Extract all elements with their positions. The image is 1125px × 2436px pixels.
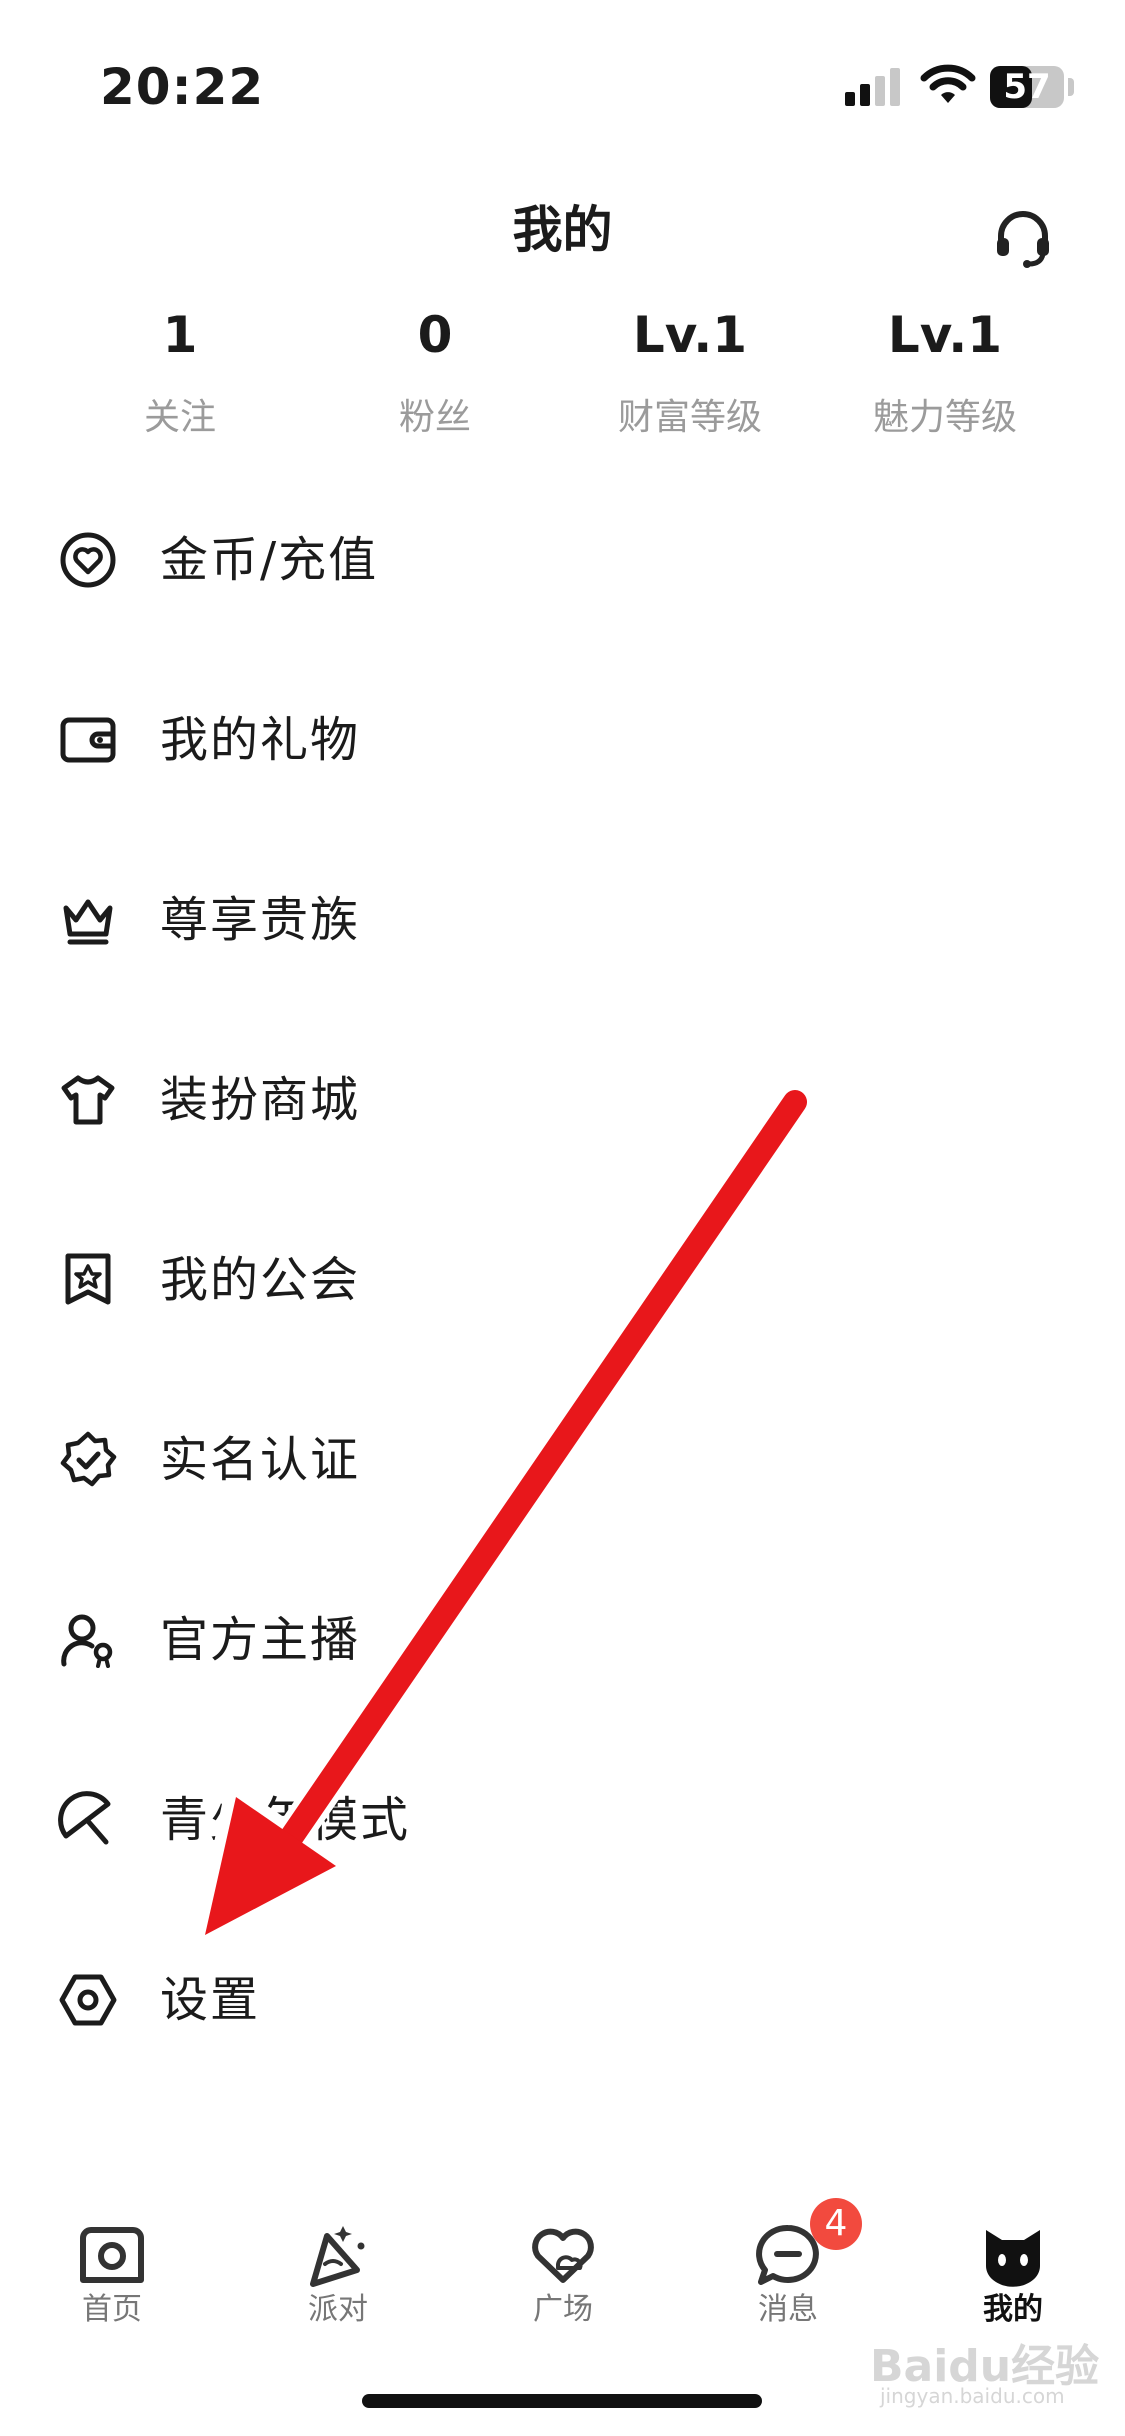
stat-following[interactable]: 1 关注 <box>50 300 310 440</box>
status-bar: 20:22 57 <box>0 0 1125 150</box>
menu-label: 青少年模式 <box>160 1792 411 1848</box>
menu-item-noble[interactable]: 尊享贵族 <box>0 860 1125 980</box>
menu-item-official-anchor[interactable]: 官方主播 <box>0 1580 1125 1700</box>
menu-label: 我的礼物 <box>160 712 361 768</box>
crown-icon <box>63 899 113 945</box>
party-icon <box>310 2226 365 2287</box>
tshirt-icon <box>61 1075 115 1125</box>
cellular-signal-icon <box>845 68 900 106</box>
page-title: 我的 <box>512 201 613 259</box>
menu-label: 装扮商城 <box>160 1072 361 1128</box>
message-badge: 4 <box>810 2198 862 2250</box>
stat-label: 关注 <box>143 397 216 438</box>
stat-value: Lv.1 <box>632 306 748 364</box>
menu-item-settings[interactable]: 设置 <box>0 1940 1125 2060</box>
watermark-sub: jingyan.baidu.com <box>880 2384 1065 2408</box>
menu-item-realname-auth[interactable]: 实名认证 <box>0 1400 1125 1520</box>
umbrella-icon <box>58 1791 111 1845</box>
heart-coin-icon <box>60 532 116 588</box>
cat-face-icon <box>986 2230 1040 2287</box>
stat-value: 1 <box>162 306 198 364</box>
stat-wealth-level[interactable]: Lv.1 财富等级 <box>560 300 820 440</box>
menu-label: 设置 <box>160 1972 261 2028</box>
menu-item-my-gifts[interactable]: 我的礼物 <box>0 680 1125 800</box>
anchor-user-icon <box>61 1614 113 1668</box>
cloud-heart-icon <box>532 2228 594 2283</box>
wifi-icon <box>920 64 976 103</box>
tab-square[interactable]: 广场 <box>483 2200 643 2328</box>
tab-label: 广场 <box>533 2292 593 2327</box>
menu-item-my-guild[interactable]: 我的公会 <box>0 1220 1125 1340</box>
stat-value: Lv.1 <box>887 306 1003 364</box>
tab-home[interactable]: 首页 <box>32 2200 192 2328</box>
menu-item-teen-mode[interactable]: 青少年模式 <box>0 1760 1125 1880</box>
stat-label: 粉丝 <box>398 397 471 438</box>
menu-label: 尊享贵族 <box>160 892 361 948</box>
home-indicator <box>362 2394 762 2408</box>
menu-label: 官方主播 <box>160 1612 361 1668</box>
tab-mine[interactable]: 我的 <box>933 2200 1093 2328</box>
menu-label: 金币/充值 <box>160 532 379 588</box>
menu-label: 我的公会 <box>160 1252 361 1308</box>
camera-home-icon <box>80 2227 144 2283</box>
tab-label: 我的 <box>983 2292 1043 2327</box>
settings-hexagon-icon <box>59 1974 117 2026</box>
stat-value: 0 <box>417 306 453 364</box>
headset-icon[interactable] <box>993 208 1053 268</box>
menu-label: 实名认证 <box>160 1432 361 1488</box>
stat-fans[interactable]: 0 粉丝 <box>305 300 565 440</box>
stat-label: 魅力等级 <box>872 397 1017 438</box>
bottom-tab-bar: 首页 派对 广场 消息 我的 <box>0 2200 1125 2340</box>
tab-party[interactable]: 派对 <box>258 2200 418 2328</box>
guild-badge-icon <box>65 1253 111 1305</box>
tab-label: 首页 <box>82 2292 142 2327</box>
menu-item-coins-recharge[interactable]: 金币/充值 <box>0 500 1125 620</box>
tab-label: 派对 <box>308 2292 368 2327</box>
battery-icon: 57 <box>990 66 1064 108</box>
battery-tip <box>1068 78 1074 96</box>
battery-level: 57 <box>1003 67 1051 107</box>
status-time: 20:22 <box>100 58 265 116</box>
wallet-icon <box>60 717 116 763</box>
verified-icon <box>60 1431 117 1487</box>
stat-charm-level[interactable]: Lv.1 魅力等级 <box>815 300 1075 440</box>
profile-stats: 1 关注 0 粉丝 Lv.1 财富等级 Lv.1 魅力等级 <box>0 300 1125 440</box>
tab-label: 消息 <box>758 2292 818 2327</box>
menu-item-dressup-mall[interactable]: 装扮商城 <box>0 1040 1125 1160</box>
stat-label: 财富等级 <box>617 397 762 438</box>
